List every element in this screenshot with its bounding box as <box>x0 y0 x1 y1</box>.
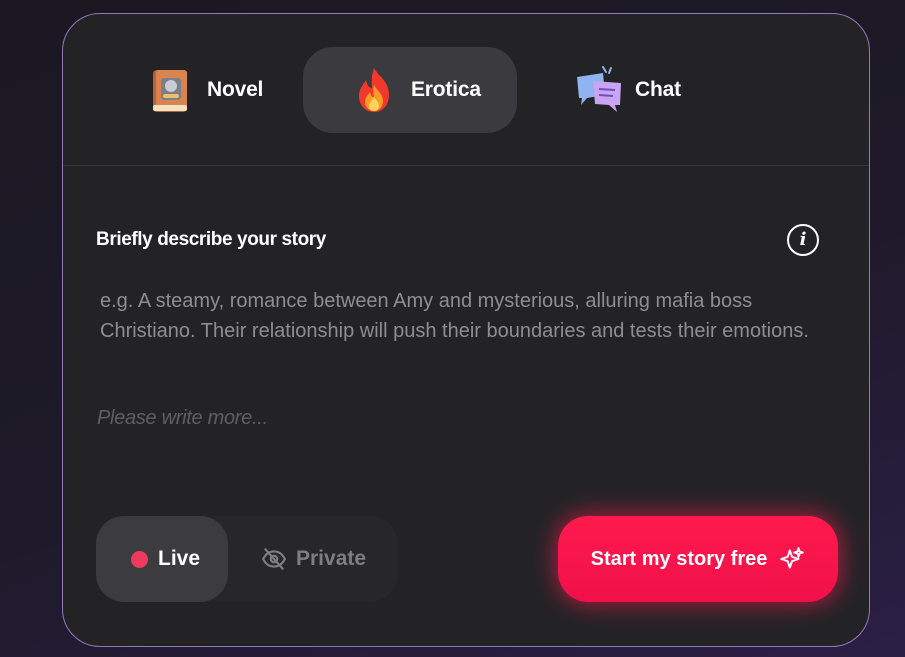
tab-novel[interactable]: Novel <box>145 47 285 133</box>
visibility-toggle: Live Private <box>96 516 398 602</box>
private-label: Private <box>296 547 367 570</box>
tab-label: Novel <box>207 78 264 101</box>
eye-off-icon <box>261 548 287 570</box>
describe-label: Briefly describe your story <box>96 229 326 250</box>
live-label: Live <box>158 547 201 570</box>
book-icon <box>145 65 195 115</box>
visibility-private-option[interactable]: Private <box>261 516 366 602</box>
visibility-live-option[interactable]: Live <box>96 516 228 602</box>
fire-icon <box>349 65 399 115</box>
tab-label: Erotica <box>411 78 481 101</box>
chat-bubbles-icon <box>573 65 623 115</box>
tab-chat[interactable]: Chat <box>573 47 723 133</box>
info-icon[interactable]: i <box>787 224 819 256</box>
story-description-input[interactable]: e.g. A steamy, romance between Amy and m… <box>100 286 840 346</box>
live-dot-icon <box>131 550 148 568</box>
tab-label: Chat <box>635 78 681 101</box>
write-more-hint: Please write more... <box>97 407 268 429</box>
story-creator-card: Novel Erotica Chat Briefly describe your… <box>62 13 870 647</box>
start-story-button[interactable]: Start my story free <box>558 516 838 602</box>
sparkle-icon <box>780 547 805 569</box>
genre-tabs: Novel Erotica Chat <box>63 14 869 166</box>
start-story-label: Start my story free <box>590 547 768 570</box>
tab-erotica[interactable]: Erotica <box>303 47 517 133</box>
